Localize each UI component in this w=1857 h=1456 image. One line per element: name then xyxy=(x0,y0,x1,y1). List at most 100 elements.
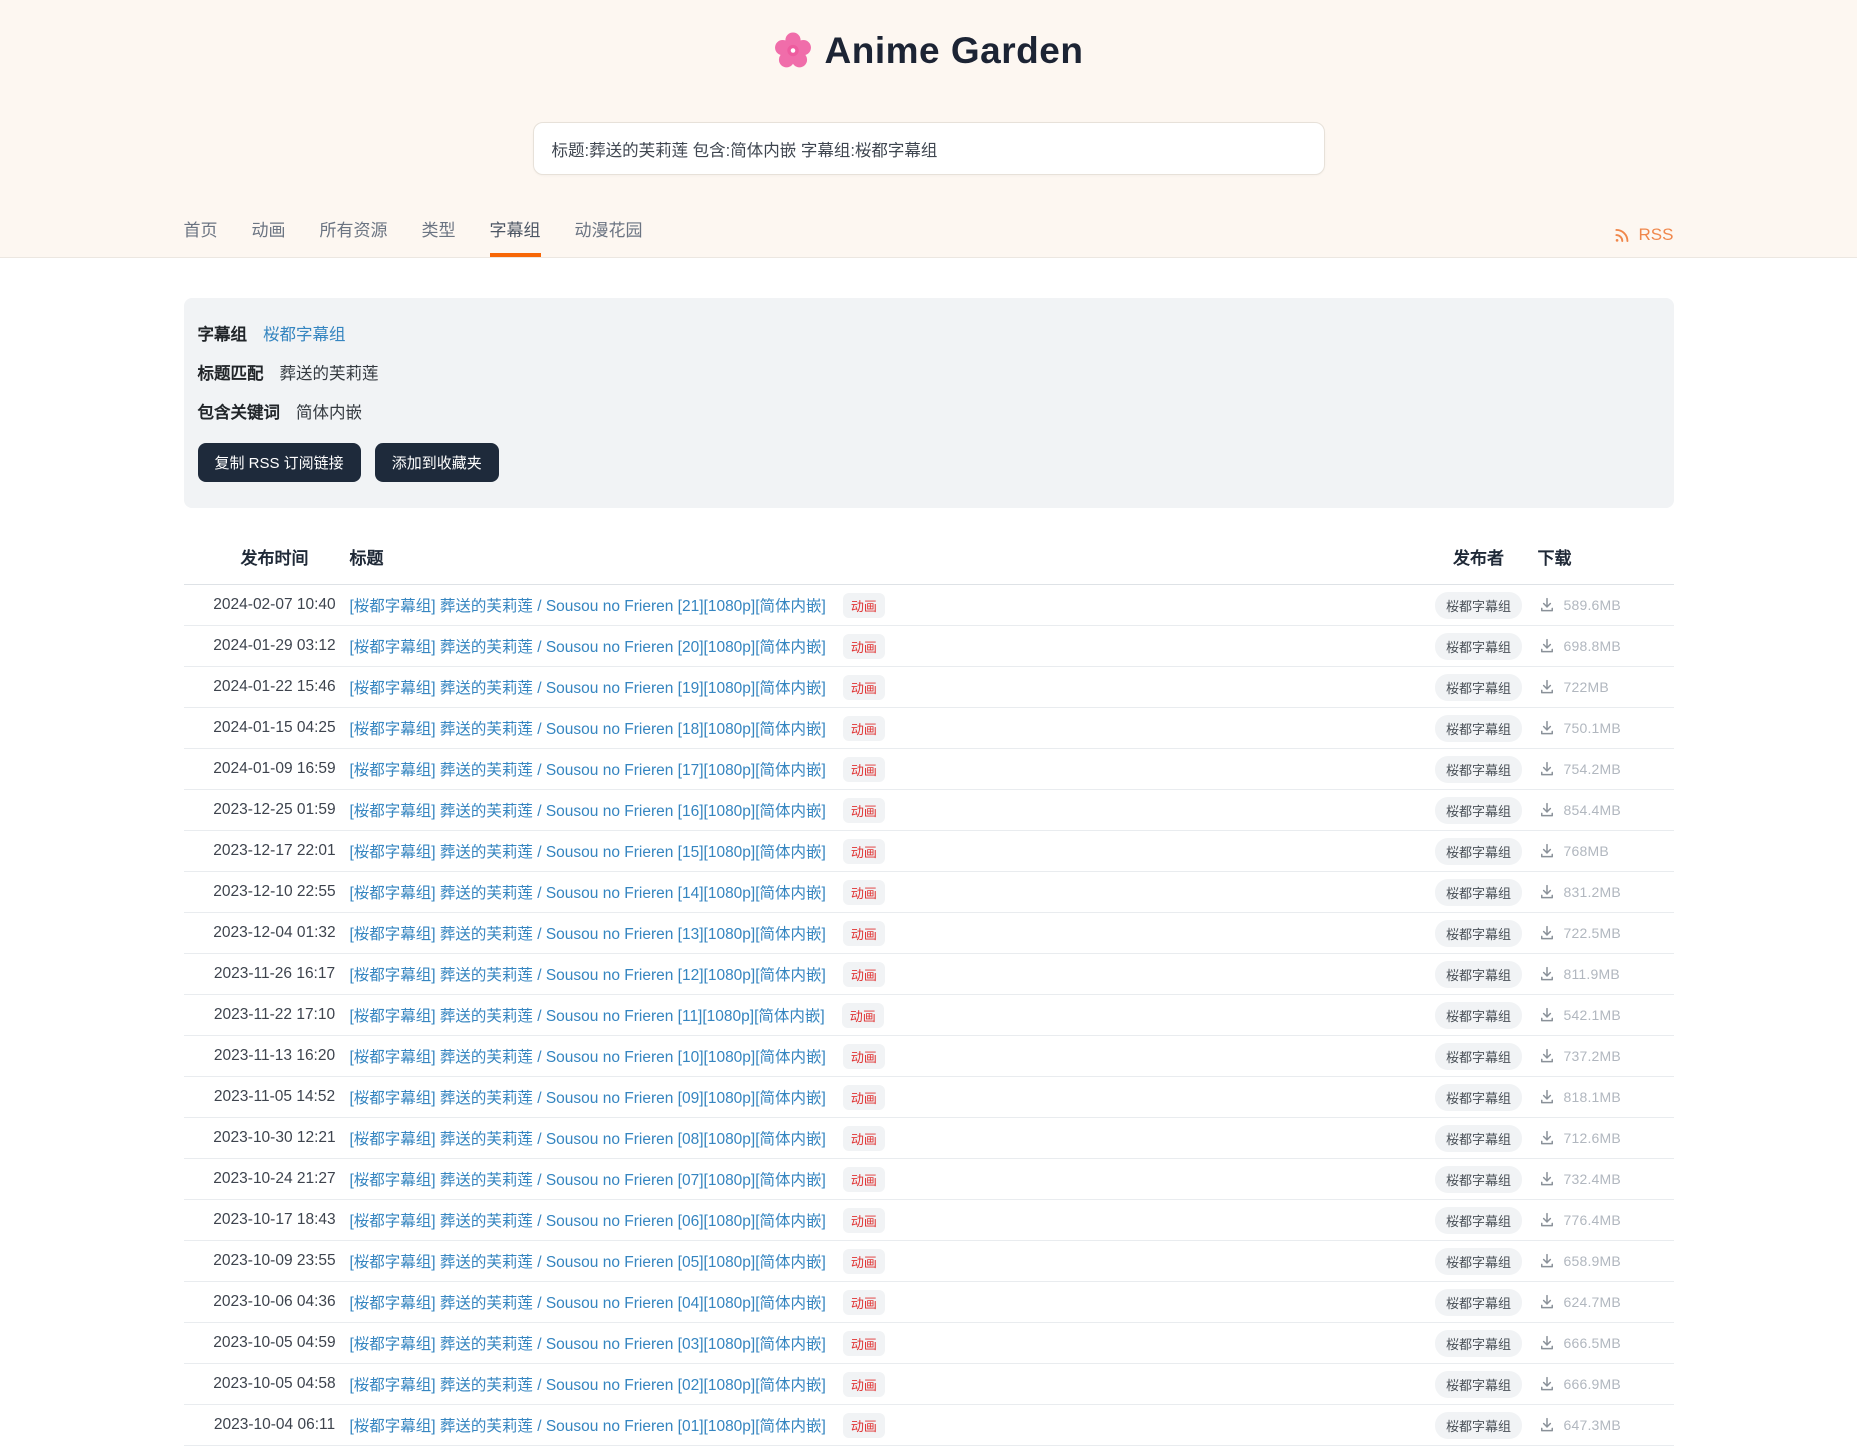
resource-title-link[interactable]: [桜都字幕组] 葬送的芙莉莲 / Sousou no Frieren [20][… xyxy=(350,635,826,657)
category-badge[interactable]: 动画 xyxy=(843,880,885,905)
publisher-badge[interactable]: 桜都字幕组 xyxy=(1435,797,1522,824)
category-badge[interactable]: 动画 xyxy=(843,1167,885,1192)
publisher-badge[interactable]: 桜都字幕组 xyxy=(1435,633,1522,660)
download-icon[interactable] xyxy=(1538,1088,1556,1106)
rss-link[interactable]: RSS xyxy=(1612,225,1674,257)
download-icon[interactable] xyxy=(1538,637,1556,655)
publisher-badge[interactable]: 桜都字幕组 xyxy=(1435,879,1522,906)
nav-tab[interactable]: 所有资源 xyxy=(320,221,388,257)
resource-title-link[interactable]: [桜都字幕组] 葬送的芙莉莲 / Sousou no Frieren [09][… xyxy=(350,1086,826,1108)
category-badge[interactable]: 动画 xyxy=(843,1413,885,1438)
publisher-badge[interactable]: 桜都字幕组 xyxy=(1435,1125,1522,1152)
publisher-badge[interactable]: 桜都字幕组 xyxy=(1435,1330,1522,1357)
resource-title-link[interactable]: [桜都字幕组] 葬送的芙莉莲 / Sousou no Frieren [16][… xyxy=(350,799,826,821)
category-badge[interactable]: 动画 xyxy=(843,1331,885,1356)
publisher-badge[interactable]: 桜都字幕组 xyxy=(1435,1043,1522,1070)
resource-title-link[interactable]: [桜都字幕组] 葬送的芙莉莲 / Sousou no Frieren [10][… xyxy=(350,1045,826,1067)
download-icon[interactable] xyxy=(1538,1006,1556,1024)
category-badge[interactable]: 动画 xyxy=(843,1372,885,1397)
download-icon[interactable] xyxy=(1538,1129,1556,1147)
resource-title-link[interactable]: [桜都字幕组] 葬送的芙莉莲 / Sousou no Frieren [18][… xyxy=(350,717,826,739)
publisher-badge[interactable]: 桜都字幕组 xyxy=(1435,674,1522,701)
nav-tab[interactable]: 动画 xyxy=(252,221,286,257)
resource-title-link[interactable]: [桜都字幕组] 葬送的芙莉莲 / Sousou no Frieren [06][… xyxy=(350,1209,826,1231)
publisher-badge[interactable]: 桜都字幕组 xyxy=(1435,1412,1522,1439)
copy-rss-button[interactable]: 复制 RSS 订阅链接 xyxy=(198,443,361,482)
category-badge[interactable]: 动画 xyxy=(843,921,885,946)
download-icon[interactable] xyxy=(1538,1293,1556,1311)
download-icon[interactable] xyxy=(1538,1375,1556,1393)
row-download-cell: 647.3MB xyxy=(1538,1416,1666,1434)
nav-tab[interactable]: 动漫花园 xyxy=(575,221,643,257)
download-icon[interactable] xyxy=(1538,965,1556,983)
download-icon[interactable] xyxy=(1538,1170,1556,1188)
category-badge[interactable]: 动画 xyxy=(843,634,885,659)
nav-tab[interactable]: 首页 xyxy=(184,221,218,257)
download-icon[interactable] xyxy=(1538,1416,1556,1434)
download-icon[interactable] xyxy=(1538,596,1556,614)
resource-title-link[interactable]: [桜都字幕组] 葬送的芙莉莲 / Sousou no Frieren [17][… xyxy=(350,758,826,780)
row-title-cell: [桜都字幕组] 葬送的芙莉莲 / Sousou no Frieren [08][… xyxy=(350,1126,1420,1151)
resource-title-link[interactable]: [桜都字幕组] 葬送的芙莉莲 / Sousou no Frieren [14][… xyxy=(350,881,826,903)
resource-title-link[interactable]: [桜都字幕组] 葬送的芙莉莲 / Sousou no Frieren [02][… xyxy=(350,1373,826,1395)
nav-tab[interactable]: 类型 xyxy=(422,221,456,257)
download-icon[interactable] xyxy=(1538,1211,1556,1229)
add-favorite-button[interactable]: 添加到收藏夹 xyxy=(375,443,499,482)
publisher-badge[interactable]: 桜都字幕组 xyxy=(1435,920,1522,947)
publisher-badge[interactable]: 桜都字幕组 xyxy=(1435,756,1522,783)
category-badge[interactable]: 动画 xyxy=(843,593,885,618)
resource-title-link[interactable]: [桜都字幕组] 葬送的芙莉莲 / Sousou no Frieren [07][… xyxy=(350,1168,826,1190)
category-badge[interactable]: 动画 xyxy=(843,716,885,741)
download-icon[interactable] xyxy=(1538,1334,1556,1352)
publisher-badge[interactable]: 桜都字幕组 xyxy=(1435,1371,1522,1398)
publisher-badge[interactable]: 桜都字幕组 xyxy=(1435,1002,1522,1029)
resource-title-link[interactable]: [桜都字幕组] 葬送的芙莉莲 / Sousou no Frieren [08][… xyxy=(350,1127,826,1149)
publisher-badge[interactable]: 桜都字幕组 xyxy=(1435,838,1522,865)
download-icon[interactable] xyxy=(1538,842,1556,860)
category-badge[interactable]: 动画 xyxy=(842,1003,884,1028)
resource-title-link[interactable]: [桜都字幕组] 葬送的芙莉莲 / Sousou no Frieren [19][… xyxy=(350,676,826,698)
download-icon[interactable] xyxy=(1538,801,1556,819)
row-title-cell: [桜都字幕组] 葬送的芙莉莲 / Sousou no Frieren [14][… xyxy=(350,880,1420,905)
publisher-badge[interactable]: 桜都字幕组 xyxy=(1435,1166,1522,1193)
publisher-badge[interactable]: 桜都字幕组 xyxy=(1435,1084,1522,1111)
resource-title-link[interactable]: [桜都字幕组] 葬送的芙莉莲 / Sousou no Frieren [13][… xyxy=(350,922,826,944)
filter-row: 标题匹配 葬送的芙莉莲 xyxy=(198,359,1660,385)
category-badge[interactable]: 动画 xyxy=(843,1085,885,1110)
category-badge[interactable]: 动画 xyxy=(843,839,885,864)
category-badge[interactable]: 动画 xyxy=(843,675,885,700)
download-icon[interactable] xyxy=(1538,678,1556,696)
resource-title-link[interactable]: [桜都字幕组] 葬送的芙莉莲 / Sousou no Frieren [12][… xyxy=(350,963,826,985)
resource-title-link[interactable]: [桜都字幕组] 葬送的芙莉莲 / Sousou no Frieren [21][… xyxy=(350,594,826,616)
publisher-badge[interactable]: 桜都字幕组 xyxy=(1435,961,1522,988)
category-badge[interactable]: 动画 xyxy=(843,1126,885,1151)
download-icon[interactable] xyxy=(1538,1047,1556,1065)
download-icon[interactable] xyxy=(1538,883,1556,901)
download-icon[interactable] xyxy=(1538,924,1556,942)
row-download-cell: 737.2MB xyxy=(1538,1047,1666,1065)
publisher-badge[interactable]: 桜都字幕组 xyxy=(1435,1248,1522,1275)
category-badge[interactable]: 动画 xyxy=(843,1208,885,1233)
category-badge[interactable]: 动画 xyxy=(843,798,885,823)
resource-title-link[interactable]: [桜都字幕组] 葬送的芙莉莲 / Sousou no Frieren [15][… xyxy=(350,840,826,862)
resource-title-link[interactable]: [桜都字幕组] 葬送的芙莉莲 / Sousou no Frieren [05][… xyxy=(350,1250,826,1272)
download-icon[interactable] xyxy=(1538,760,1556,778)
category-badge[interactable]: 动画 xyxy=(843,962,885,987)
download-icon[interactable] xyxy=(1538,1252,1556,1270)
publisher-badge[interactable]: 桜都字幕组 xyxy=(1435,715,1522,742)
resource-title-link[interactable]: [桜都字幕组] 葬送的芙莉莲 / Sousou no Frieren [11][… xyxy=(350,1004,825,1026)
category-badge[interactable]: 动画 xyxy=(843,757,885,782)
resource-title-link[interactable]: [桜都字幕组] 葬送的芙莉莲 / Sousou no Frieren [01][… xyxy=(350,1414,826,1436)
publisher-badge[interactable]: 桜都字幕组 xyxy=(1435,1207,1522,1234)
category-badge[interactable]: 动画 xyxy=(843,1290,885,1315)
download-icon[interactable] xyxy=(1538,719,1556,737)
publisher-badge[interactable]: 桜都字幕组 xyxy=(1435,1289,1522,1316)
resource-title-link[interactable]: [桜都字幕组] 葬送的芙莉莲 / Sousou no Frieren [04][… xyxy=(350,1291,826,1313)
publisher-badge[interactable]: 桜都字幕组 xyxy=(1435,592,1522,619)
category-badge[interactable]: 动画 xyxy=(843,1044,885,1069)
resource-title-link[interactable]: [桜都字幕组] 葬送的芙莉莲 / Sousou no Frieren [03][… xyxy=(350,1332,826,1354)
nav-tab[interactable]: 字幕组 xyxy=(490,221,541,257)
column-header-title: 标题 xyxy=(350,544,1420,569)
search-input[interactable] xyxy=(533,122,1325,175)
category-badge[interactable]: 动画 xyxy=(843,1249,885,1274)
